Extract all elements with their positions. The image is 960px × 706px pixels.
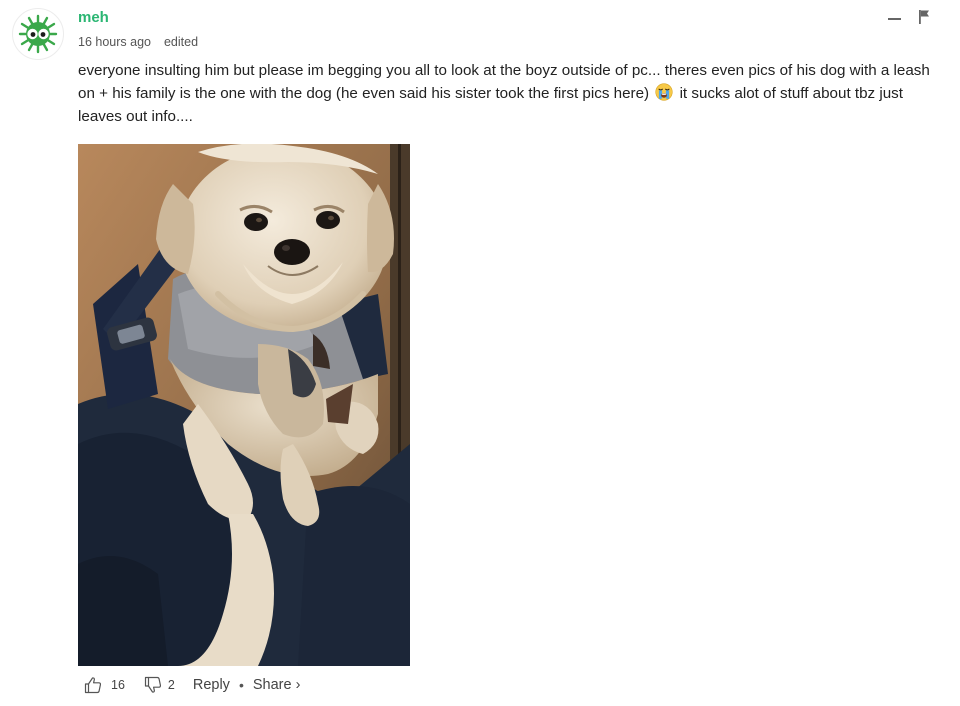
comment-meta: 16 hours ago edited xyxy=(78,35,198,49)
downvote-button[interactable]: 2 xyxy=(144,676,175,694)
loudly-crying-face-emoji xyxy=(655,83,673,101)
action-separator: • xyxy=(238,677,244,693)
share-button[interactable]: Share › xyxy=(253,677,301,693)
upvote-button[interactable]: 16 xyxy=(84,676,125,694)
comment-body: everyone insulting him but please im beg… xyxy=(78,59,950,128)
flag-icon[interactable] xyxy=(918,9,930,25)
dog-photo-illustration xyxy=(78,144,410,666)
edited-label: edited xyxy=(163,35,199,49)
reply-button[interactable]: Reply xyxy=(193,677,230,693)
collapse-minus-icon[interactable] xyxy=(888,8,902,26)
timestamp[interactable]: 16 hours ago xyxy=(78,35,151,49)
comment-actions: 16 2 Reply • Share › xyxy=(84,676,300,694)
green-splat-eyes-icon xyxy=(18,14,58,54)
comment-top-actions xyxy=(888,8,930,26)
avatar[interactable] xyxy=(12,8,64,60)
thumbs-down-icon xyxy=(144,676,161,693)
thumbs-up-icon xyxy=(84,677,102,694)
downvote-count: 2 xyxy=(167,678,175,692)
attached-dog-photo[interactable] xyxy=(78,144,410,666)
comment: meh 16 hours ago edited everyone insultin… xyxy=(0,0,960,706)
upvote-count: 16 xyxy=(111,678,125,692)
author-name[interactable]: meh xyxy=(78,9,109,26)
